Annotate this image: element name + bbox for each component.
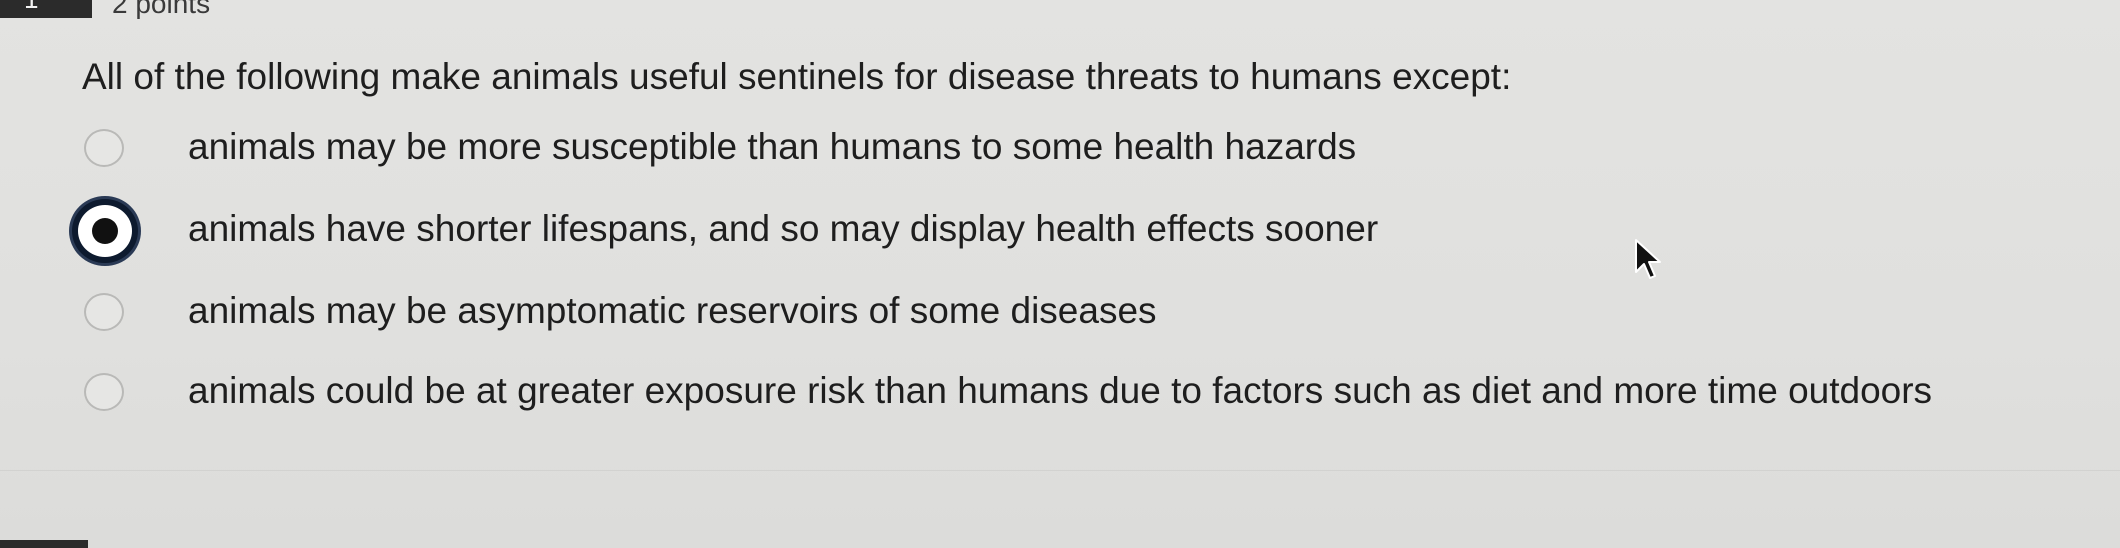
radio-button-3[interactable] [84,293,124,331]
answer-option-1[interactable]: animals may be more susceptible than hum… [68,114,2068,184]
radio-button-2-selected[interactable] [72,199,138,263]
footer-bar [0,540,88,548]
radio-button-4[interactable] [84,373,124,411]
question-text: All of the following make animals useful… [82,56,1512,97]
option-label[interactable]: animals could be at greater exposure ris… [188,368,1932,414]
radio-selected-dot [92,218,118,244]
question-number-badge: 1 [0,0,92,18]
radio-button-1[interactable] [84,129,124,167]
answer-option-2[interactable]: animals have shorter lifespans, and so m… [68,196,2068,266]
arrow-pointer-icon [1635,239,1661,279]
option-label[interactable]: animals may be more susceptible than hum… [188,124,1356,170]
section-divider [0,470,2120,471]
points-label: 2 points [112,0,211,19]
answer-option-4[interactable]: animals could be at greater exposure ris… [68,358,2068,428]
answer-option-3[interactable]: animals may be asymptomatic reservoirs o… [68,278,2068,348]
question-number: 1 [24,0,92,12]
option-label[interactable]: animals may be asymptomatic reservoirs o… [188,288,1157,334]
option-label[interactable]: animals have shorter lifespans, and so m… [188,206,1378,252]
